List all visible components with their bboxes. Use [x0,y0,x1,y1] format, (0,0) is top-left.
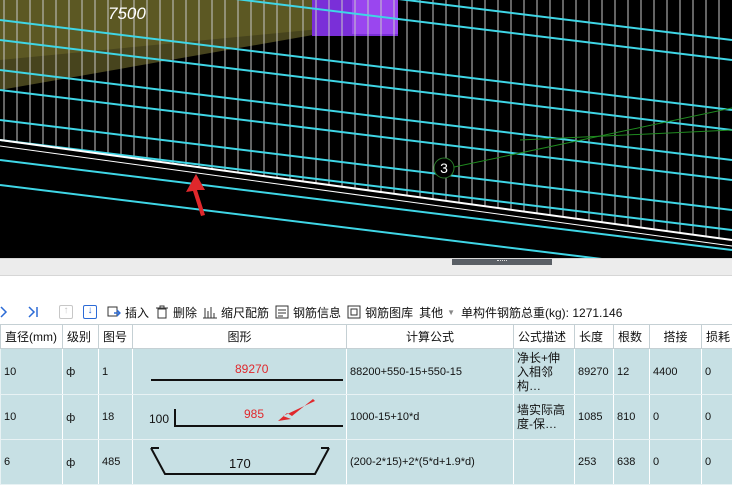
header-shape[interactable]: 图形 [132,324,347,349]
insert-icon [107,306,121,317]
header-lap[interactable]: 搭接 [649,324,702,349]
cell-lap[interactable]: 0 [649,394,702,440]
cell-grade[interactable]: ф [62,439,99,485]
cell-loss[interactable]: 0 [701,439,732,485]
cell-figure-no[interactable]: 1 [98,348,133,395]
move-down-button[interactable]: ↓ [80,301,100,323]
total-weight-label: 单构件钢筋总重(kg): 1271.146 [461,305,623,320]
cell-desc[interactable] [513,439,575,485]
table-row[interactable]: 10 ф 1 89270 88200+550-15+550-15 净长+伸入相邻… [0,348,732,395]
nav-last-button[interactable] [24,301,42,323]
info-list-icon [275,305,289,319]
chevron-right-icon [0,306,8,318]
rebar-model-canvas: 3 7500 [0,0,732,258]
cell-grade[interactable]: ф [62,348,99,395]
cell-formula[interactable]: 1000-15+10*d [346,394,514,440]
cell-formula[interactable]: 88200+550-15+550-15 [346,348,514,395]
rebar-library-button[interactable]: 钢筋图库 [344,301,416,323]
cell-grade[interactable]: ф [62,394,99,440]
header-desc[interactable]: 公式描述 [513,324,575,349]
cell-diameter[interactable]: 6 [0,439,63,485]
delete-label: 删除 [173,305,198,320]
scale-rebar-button[interactable]: 缩尺配筋 [200,301,272,323]
shape-value: 89270 [235,362,269,376]
library-icon [347,305,361,319]
other-label: 其他 [419,305,444,320]
rebar-info-label: 钢筋信息 [293,305,342,320]
table-row[interactable]: 10 ф 18 100 985 1000-15+10*d 墙实际高度-保… 10… [0,394,732,440]
rebar-info-button[interactable]: 钢筋信息 [272,301,344,323]
cell-lap[interactable]: 4400 [649,348,702,395]
cell-desc[interactable]: 墙实际高度-保… [513,394,575,440]
other-dropdown[interactable]: 其他 ▼ [416,301,458,323]
move-up-button[interactable]: ↑ [56,301,76,323]
panel-splitter[interactable] [0,258,732,276]
trash-icon [156,305,169,319]
cell-loss[interactable]: 0 [701,394,732,440]
cell-length[interactable]: 1085 [574,394,614,440]
cell-lap[interactable]: 0 [649,439,702,485]
arrow-up-icon: ↑ [59,305,73,319]
3d-viewport[interactable]: 3 7500 [0,0,732,258]
cell-formula[interactable]: (200-2*15)+2*(5*d+1.9*d) [346,439,514,485]
header-grade[interactable]: 级别 [62,324,99,349]
total-weight: 单构件钢筋总重(kg): 1271.146 [458,301,625,323]
scale-rebar-label: 缩尺配筋 [221,305,270,320]
header-figure-no[interactable]: 图号 [98,324,133,349]
header-diameter[interactable]: 直径(mm) [0,324,63,349]
insert-label: 插入 [125,305,150,320]
shape-value: 170 [229,456,251,471]
arrow-down-icon: ↓ [83,305,97,319]
cell-figure-no[interactable]: 485 [98,439,133,485]
cell-length[interactable]: 253 [574,439,614,485]
cell-count[interactable]: 638 [613,439,650,485]
cell-shape[interactable]: 89270 [132,348,347,395]
cell-count[interactable]: 810 [613,394,650,440]
insert-button[interactable]: 插入 [104,301,152,323]
table-header: 直径(mm) 级别 图号 图形 计算公式 公式描述 长度 根数 搭接 损耗 [0,324,732,349]
cell-shape[interactable]: 170 [132,439,347,485]
last-icon [28,306,38,318]
axis-marker-label: 3 [440,160,448,176]
cell-length[interactable]: 89270 [574,348,614,395]
nav-left-button[interactable] [0,301,12,323]
rebar-table: 直径(mm) 级别 图号 图形 计算公式 公式描述 长度 根数 搭接 损耗 10… [0,324,732,485]
rebar-library-label: 钢筋图库 [365,305,414,320]
rebar-toolbar: ↑ ↓ 插入 删除 缩尺配筋 钢筋信息 钢筋图库 其他 ▼ 单构件钢筋总重(kg… [0,300,732,324]
table-row[interactable]: 6 ф 485 170 (200-2*15)+2*(5*d+1.9*d) 253… [0,439,732,485]
dropdown-arrow-icon: ▼ [447,307,456,317]
cell-figure-no[interactable]: 18 [98,394,133,440]
cell-diameter[interactable]: 10 [0,348,63,395]
splitter-grip[interactable] [452,259,552,265]
header-length[interactable]: 长度 [574,324,614,349]
header-loss[interactable]: 损耗 [701,324,732,349]
cell-count[interactable]: 12 [613,348,650,395]
delete-button[interactable]: 删除 [152,301,200,323]
scale-bars-icon [203,307,218,319]
shape-left-value: 100 [149,412,170,426]
dimension-label: 7500 [108,4,146,23]
cell-loss[interactable]: 0 [701,348,732,395]
header-formula[interactable]: 计算公式 [346,324,514,349]
cell-shape[interactable]: 100 985 [132,394,347,440]
cell-desc[interactable]: 净长+伸入相邻构… [513,348,575,395]
cell-diameter[interactable]: 10 [0,394,63,440]
shape-value: 985 [244,407,265,421]
header-count[interactable]: 根数 [613,324,650,349]
